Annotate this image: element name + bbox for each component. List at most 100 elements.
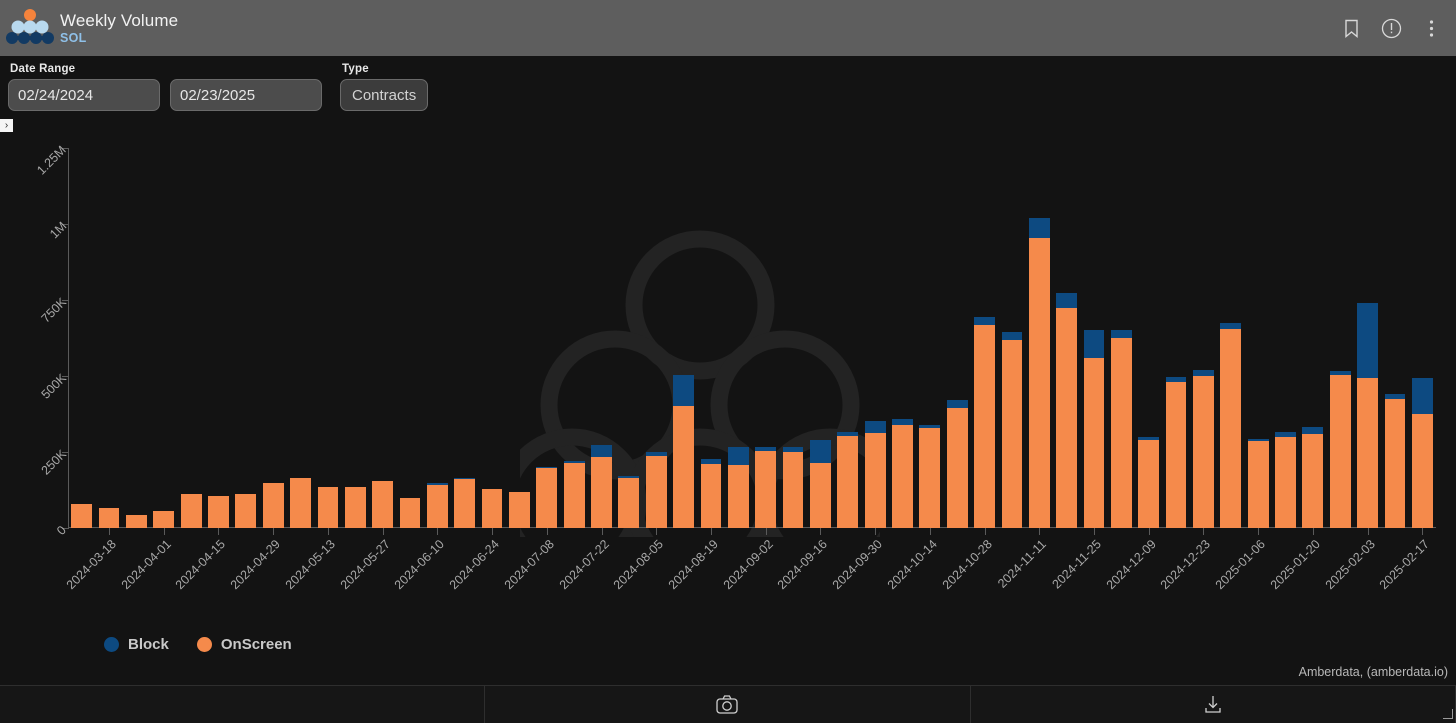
bar-segment-block[interactable] (1165, 376, 1187, 383)
bar[interactable] (426, 483, 448, 528)
bar-segment-block[interactable] (673, 374, 694, 407)
bar[interactable] (180, 493, 202, 528)
bookmark-icon[interactable] (1340, 17, 1362, 39)
bar-segment-onscreen[interactable] (1275, 436, 1296, 528)
bar-segment-onscreen[interactable] (1329, 375, 1351, 528)
bar-segment-onscreen[interactable] (645, 455, 667, 528)
camera-icon[interactable] (485, 686, 971, 723)
bar[interactable] (126, 514, 147, 528)
bar[interactable] (1247, 438, 1269, 528)
bar-segment-onscreen[interactable] (180, 493, 202, 528)
bar-segment-onscreen[interactable] (1138, 439, 1160, 528)
bar-segment-block[interactable] (591, 445, 612, 458)
bar-segment-onscreen[interactable] (344, 486, 366, 528)
bar-segment-onscreen[interactable] (837, 435, 859, 528)
bar-segment-block[interactable] (1193, 369, 1214, 376)
bar[interactable] (1302, 427, 1324, 528)
bar-segment-onscreen[interactable] (372, 480, 394, 528)
bar-segment-block[interactable] (1411, 377, 1433, 414)
bar[interactable] (810, 439, 831, 528)
info-circle-icon[interactable] (1380, 17, 1402, 39)
bar-segment-onscreen[interactable] (126, 514, 147, 528)
bar-segment-onscreen[interactable] (1357, 377, 1378, 528)
bar-segment-block[interactable] (618, 476, 640, 478)
bar-segment-block[interactable] (645, 452, 667, 456)
end-date-input[interactable]: 02/23/2025 (170, 79, 322, 111)
bar-segment-onscreen[interactable] (153, 510, 175, 528)
bar-segment-block[interactable] (1329, 370, 1351, 376)
bar[interactable] (235, 493, 257, 528)
bar-segment-onscreen[interactable] (208, 495, 229, 528)
bar-segment-block[interactable] (1110, 330, 1132, 338)
bar[interactable] (1028, 217, 1050, 528)
bar-segment-block[interactable] (1138, 436, 1160, 440)
bar-segment-onscreen[interactable] (591, 457, 612, 528)
bar[interactable] (1275, 432, 1296, 528)
bar[interactable] (208, 495, 229, 528)
bar-segment-block[interactable] (755, 446, 777, 452)
bar-segment-onscreen[interactable] (755, 451, 777, 528)
bar[interactable] (974, 317, 995, 528)
bar[interactable] (1193, 369, 1214, 528)
bar[interactable] (1411, 377, 1433, 528)
bar-segment-onscreen[interactable] (98, 507, 120, 528)
bar[interactable] (700, 458, 722, 528)
bar-segment-block[interactable] (700, 458, 722, 465)
bar-segment-block[interactable] (837, 432, 859, 436)
bar[interactable] (317, 486, 339, 528)
legend-item[interactable]: Block (104, 636, 169, 653)
bar-segment-block[interactable] (1028, 217, 1050, 238)
bar-segment-block[interactable] (426, 483, 448, 485)
bar[interactable] (481, 489, 503, 528)
bar[interactable] (1357, 303, 1378, 528)
bar[interactable] (262, 483, 284, 528)
bar-segment-block[interactable] (1083, 330, 1105, 358)
bar[interactable] (344, 486, 366, 528)
bar-segment-onscreen[interactable] (1302, 433, 1324, 528)
bar[interactable] (892, 418, 913, 528)
bar[interactable] (509, 492, 530, 528)
bar[interactable] (755, 446, 777, 528)
bar[interactable] (864, 421, 886, 528)
bar[interactable] (782, 446, 804, 528)
bar-segment-block[interactable] (563, 461, 585, 463)
bar-segment-onscreen[interactable] (864, 433, 886, 528)
bar[interactable] (71, 503, 93, 528)
bar-segment-block[interactable] (1384, 394, 1406, 399)
bar[interactable] (98, 507, 120, 528)
bar[interactable] (563, 461, 585, 528)
bar-segment-block[interactable] (1357, 303, 1378, 378)
legend-item[interactable]: OnScreen (196, 636, 292, 653)
bar-segment-onscreen[interactable] (618, 477, 640, 528)
bar[interactable] (1056, 293, 1078, 528)
bar-segment-onscreen[interactable] (1110, 338, 1132, 528)
bar-segment-block[interactable] (727, 446, 749, 465)
bar-segment-block[interactable] (919, 424, 941, 428)
bar-segment-onscreen[interactable] (71, 503, 93, 528)
bar-segment-block[interactable] (974, 317, 995, 325)
bar[interactable] (645, 452, 667, 528)
expand-panel-button[interactable]: › (0, 119, 13, 132)
bar[interactable] (153, 510, 175, 528)
bar[interactable] (1001, 331, 1023, 528)
bar-segment-onscreen[interactable] (810, 462, 831, 528)
bar-segment-block[interactable] (1001, 331, 1023, 340)
bar[interactable] (1220, 322, 1242, 528)
bar-segment-block[interactable] (1302, 427, 1324, 434)
bar-segment-onscreen[interactable] (974, 324, 995, 528)
bar-segment-onscreen[interactable] (1001, 339, 1023, 528)
bar-segment-onscreen[interactable] (290, 478, 311, 528)
bar-segment-onscreen[interactable] (399, 497, 421, 528)
window-resize-handle[interactable] (1443, 709, 1453, 719)
bar[interactable] (454, 478, 476, 528)
bar-segment-onscreen[interactable] (1056, 307, 1078, 528)
bar[interactable] (591, 445, 612, 528)
bar-segment-onscreen[interactable] (919, 427, 941, 528)
bar-segment-onscreen[interactable] (317, 486, 339, 528)
bar-segment-onscreen[interactable] (700, 464, 722, 528)
bar-segment-onscreen[interactable] (1411, 414, 1433, 528)
bar[interactable] (1329, 370, 1351, 528)
bar[interactable] (673, 374, 694, 528)
bar-segment-onscreen[interactable] (892, 424, 913, 528)
bar-segment-block[interactable] (536, 466, 558, 468)
